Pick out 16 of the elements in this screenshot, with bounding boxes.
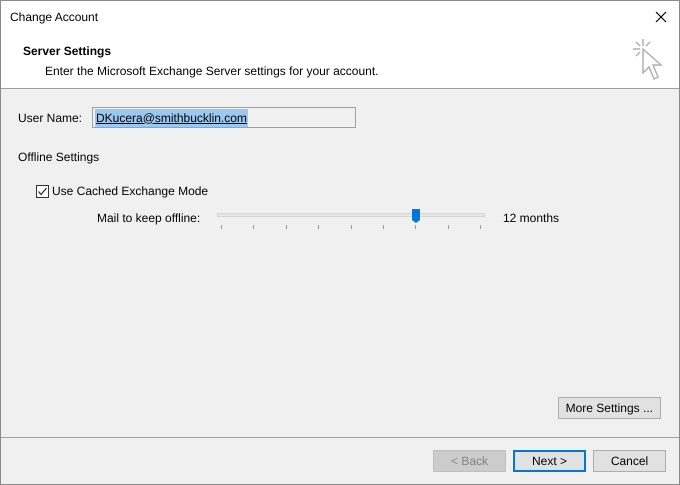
header-title: Server Settings — [23, 43, 112, 60]
user-name-field[interactable]: DKucera@smithbucklin.com — [92, 107, 356, 128]
cached-mode-label: Use Cached Exchange Mode — [52, 183, 208, 200]
offline-settings-heading: Offline Settings — [18, 149, 100, 166]
mail-to-keep-label: Mail to keep offline: — [97, 210, 202, 227]
more-settings-button[interactable]: More Settings ... — [558, 397, 661, 419]
offline-period-slider[interactable] — [217, 206, 485, 230]
slider-thumb[interactable] — [412, 209, 420, 223]
window-title: Change Account — [10, 9, 98, 26]
dialog-button[interactable]: Cancel — [593, 450, 666, 472]
offline-period-reading: 12 months — [503, 210, 560, 227]
header-subtitle: Enter the Microsoft Exchange Server settings for your account. — [44, 63, 378, 80]
cached-mode-checkbox[interactable] — [36, 184, 49, 198]
dialog-button[interactable]: Next > — [513, 450, 586, 472]
user-name-label: User Name: — [18, 110, 82, 126]
close-button[interactable] — [653, 9, 669, 25]
